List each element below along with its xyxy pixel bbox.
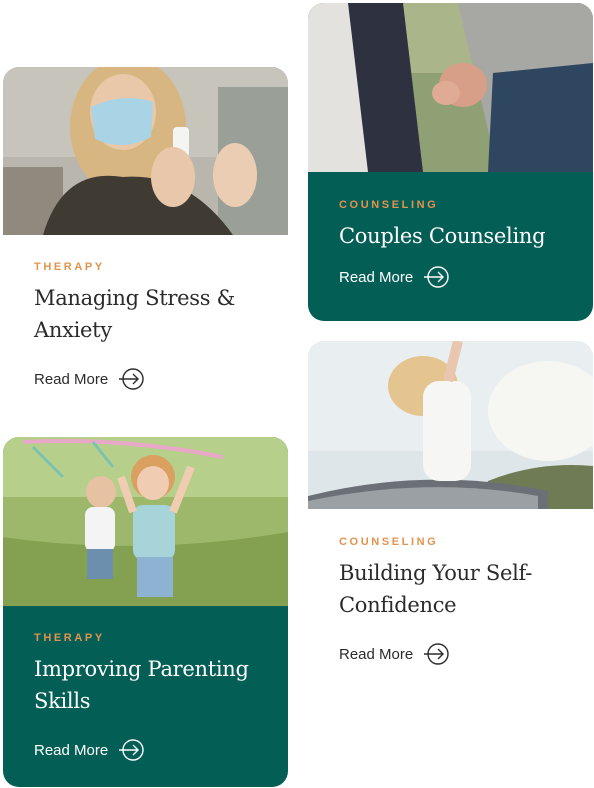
read-more-link[interactable]: Read More <box>34 368 257 390</box>
card-category: THERAPY <box>34 261 105 273</box>
card-couples-counseling[interactable]: COUNSELING Couples Counseling Read More <box>308 3 593 321</box>
read-more-label: Read More <box>34 741 109 759</box>
card-self-confidence[interactable]: COUNSELING Building Your Self-Confidence… <box>308 341 593 686</box>
card-managing-stress[interactable]: THERAPY Managing Stress & Anxiety Read M… <box>3 67 288 412</box>
arrow-circle-icon <box>424 643 449 665</box>
card-category: COUNSELING <box>339 199 439 211</box>
read-more-label: Read More <box>34 370 109 388</box>
read-more-label: Read More <box>339 645 414 663</box>
card-image-couple-hands <box>308 3 593 172</box>
card-image-woman-mask <box>3 67 288 235</box>
card-category: COUNSELING <box>339 536 439 548</box>
read-more-link[interactable]: Read More <box>339 266 562 288</box>
card-parenting-skills[interactable]: THERAPY Improving Parenting Skills Read … <box>3 437 288 787</box>
card-title[interactable]: Improving Parenting Skills <box>34 653 257 717</box>
card-image-children-kite <box>3 437 288 606</box>
arrow-circle-icon <box>424 266 449 288</box>
card-category: THERAPY <box>34 632 105 644</box>
arrow-circle-icon <box>119 739 144 761</box>
card-title[interactable]: Building Your Self-Confidence <box>339 557 562 621</box>
card-title[interactable]: Couples Counseling <box>339 220 562 252</box>
card-image-woman-sunroof <box>308 341 593 509</box>
read-more-label: Read More <box>339 268 414 286</box>
read-more-link[interactable]: Read More <box>34 739 257 761</box>
arrow-circle-icon <box>119 368 144 390</box>
read-more-link[interactable]: Read More <box>339 643 562 665</box>
card-title[interactable]: Managing Stress & Anxiety <box>34 282 257 346</box>
